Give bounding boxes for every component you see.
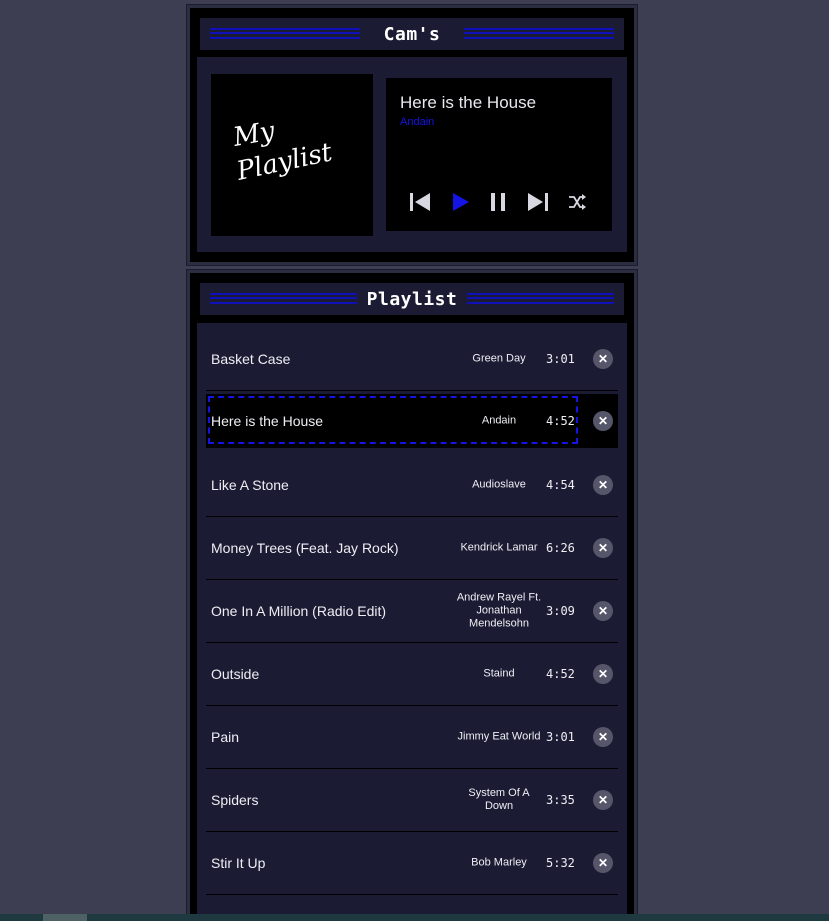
remove-track-button[interactable]: ✕ bbox=[593, 853, 613, 873]
track-artist: Bob Marley bbox=[471, 856, 527, 869]
track-artist: Andain bbox=[481, 414, 517, 427]
horizontal-scrollbar[interactable] bbox=[0, 914, 829, 921]
track-list: Basket Case Green Day 3:01 ✕ Here is the Hou… bbox=[197, 323, 627, 921]
track-name: Stir It Up bbox=[211, 855, 266, 871]
skip-previous-icon[interactable] bbox=[406, 188, 434, 216]
track-name: Basket Case bbox=[211, 351, 291, 367]
track-name: Spiders bbox=[211, 792, 259, 808]
cover-line-1: My bbox=[230, 116, 277, 153]
remove-track-button[interactable]: ✕ bbox=[593, 790, 613, 810]
track-name: One In A Million (Radio Edit) bbox=[211, 603, 387, 619]
now-playing-artist[interactable]: Andain bbox=[400, 116, 434, 128]
track-row[interactable]: Like A Stone Audioslave 4:54 ✕ bbox=[206, 454, 618, 517]
remove-track-button[interactable]: ✕ bbox=[593, 538, 613, 558]
track-duration: 4:52 bbox=[546, 667, 575, 681]
scrollbar-thumb[interactable] bbox=[43, 914, 87, 921]
shuffle-icon[interactable] bbox=[566, 188, 588, 216]
player-panel: Cam's My Playlist Here is the House Anda… bbox=[186, 4, 638, 266]
title-decoration-right bbox=[466, 293, 614, 304]
playlist-title-bar: Playlist bbox=[200, 283, 624, 315]
track-row[interactable]: One In A Million (Radio Edit) Andrew Raye… bbox=[206, 580, 618, 643]
track-artist: System Of A Down bbox=[468, 787, 530, 812]
playback-controls bbox=[406, 188, 596, 216]
title-decoration-right bbox=[464, 28, 614, 39]
remove-track-button[interactable]: ✕ bbox=[593, 601, 613, 621]
track-row[interactable]: Outside Staind 4:52 ✕ bbox=[206, 643, 618, 706]
album-cover: My Playlist bbox=[211, 74, 373, 236]
track-name: Outside bbox=[211, 666, 260, 682]
track-duration: 4:54 bbox=[546, 478, 575, 492]
track-row[interactable]: Pain Jimmy Eat World 3:01 ✕ bbox=[206, 706, 618, 769]
track-duration: 3:01 bbox=[546, 730, 575, 744]
now-playing-card: Here is the House Andain bbox=[386, 78, 612, 231]
track-name: Pain bbox=[211, 729, 240, 745]
cover-handwriting: My Playlist bbox=[230, 116, 335, 187]
track-artist: Jimmy Eat World bbox=[457, 730, 541, 743]
track-artist: Green Day bbox=[472, 352, 526, 365]
track-duration: 3:09 bbox=[546, 604, 575, 618]
remove-track-button[interactable]: ✕ bbox=[593, 664, 613, 684]
remove-track-button[interactable]: ✕ bbox=[593, 727, 613, 747]
track-artist: Staind bbox=[483, 667, 515, 680]
playlist-panel: Playlist Basket Case Green Day 3:01 ✕ Here i… bbox=[186, 269, 638, 921]
player-title-bar: Cam's bbox=[200, 18, 624, 50]
player-body: My Playlist Here is the House Andain bbox=[197, 57, 627, 252]
track-artist: Kendrick Lamar bbox=[460, 541, 538, 554]
skip-next-icon[interactable] bbox=[524, 188, 552, 216]
track-artist: Andrew Rayel Ft. Jonathan Mendelsohn bbox=[456, 591, 542, 630]
track-name: Money Trees (Feat. Jay Rock) bbox=[211, 540, 399, 556]
track-artist: Audioslave bbox=[472, 478, 526, 491]
track-duration: 5:32 bbox=[546, 856, 575, 870]
track-name: Like A Stone bbox=[211, 477, 289, 493]
title-decoration-left bbox=[210, 293, 358, 304]
track-duration: 3:35 bbox=[546, 793, 575, 807]
track-duration: 3:01 bbox=[546, 352, 575, 366]
remove-track-button[interactable]: ✕ bbox=[593, 349, 613, 369]
track-name: Here is the House bbox=[211, 413, 324, 429]
track-row[interactable]: Spiders System Of A Down 3:35 ✕ bbox=[206, 769, 618, 832]
remove-track-button[interactable]: ✕ bbox=[593, 411, 613, 431]
play-icon[interactable] bbox=[448, 188, 474, 216]
track-row[interactable]: Stir It Up Bob Marley 5:32 ✕ bbox=[206, 832, 618, 895]
player-title: Cam's bbox=[373, 23, 451, 45]
track-row[interactable]: Here is the House Andain 4:52 ✕ bbox=[206, 394, 618, 448]
track-duration: 6:26 bbox=[546, 541, 575, 555]
title-decoration-left bbox=[210, 28, 360, 39]
remove-track-button[interactable]: ✕ bbox=[593, 475, 613, 495]
track-row[interactable]: Money Trees (Feat. Jay Rock) Kendrick Lam… bbox=[206, 517, 618, 580]
now-playing-title: Here is the House bbox=[400, 93, 537, 112]
track-duration: 4:52 bbox=[546, 414, 575, 428]
track-row[interactable]: Basket Case Green Day 3:01 ✕ bbox=[206, 328, 618, 391]
pause-icon[interactable] bbox=[486, 188, 510, 216]
playlist-title: Playlist bbox=[356, 288, 468, 310]
